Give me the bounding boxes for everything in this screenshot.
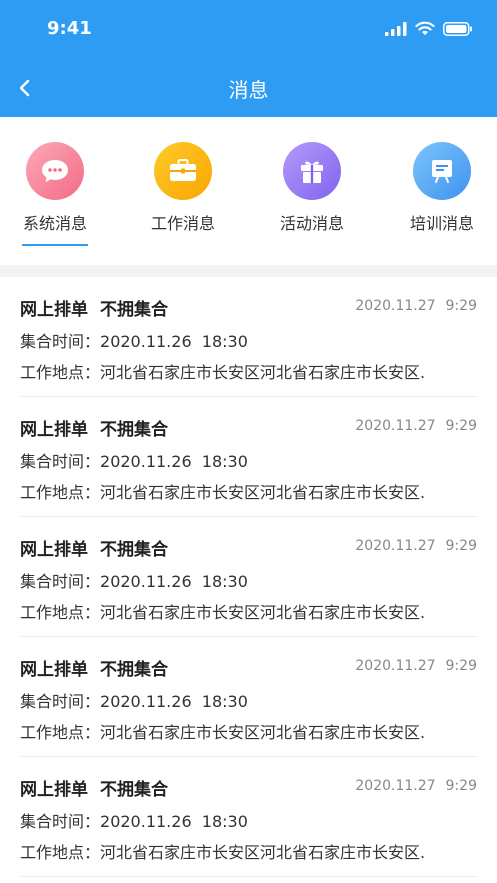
message-item[interactable]: 网上排单 不拥集合 2020.11.27 9:29 集合时间：2020.11.26 … (20, 397, 477, 517)
battery-icon (443, 21, 472, 36)
work-location: 工作地点：河北省石家庄市长安区河北省石家庄市长安区. (20, 363, 426, 382)
message-item[interactable]: 网上排单 不拥集合 2020.11.27 9:29 集合时间：2020.11.26 … (20, 517, 477, 637)
board-icon (413, 142, 471, 200)
message-timestamp: 2020.11.27 9:29 (355, 658, 477, 674)
cellular-signal-icon (385, 21, 407, 36)
chat-bubble-icon (26, 142, 84, 200)
message-timestamp: 2020.11.27 9:29 (355, 778, 477, 794)
tab-label: 系统消息 (22, 214, 87, 233)
status-time: 9:41 (47, 18, 92, 39)
message-item[interactable]: 网上排单 不拥集合 2020.11.27 9:29 集合时间：2020.11.26 … (20, 757, 477, 877)
message-title: 网上排单 不拥集合 (20, 540, 168, 560)
message-timestamp: 2020.11.27 9:29 (355, 538, 477, 554)
work-location: 工作地点：河北省石家庄市长安区河北省石家庄市长安区. (20, 483, 426, 502)
tab-label: 工作消息 (150, 214, 215, 233)
message-title: 网上排单 不拥集合 (20, 780, 168, 800)
message-item[interactable]: 网上排单 不拥集合 2020.11.27 9:29 集合时间：2020.11.26 … (20, 637, 477, 757)
message-timestamp: 2020.11.27 9:29 (355, 298, 477, 314)
wifi-icon (415, 21, 435, 35)
app-header: 9:41 消息 (0, 0, 497, 117)
work-location: 工作地点：河北省石家庄市长安区河北省石家庄市长安区. (20, 603, 426, 622)
tab-label: 活动消息 (279, 214, 344, 233)
status-icons (385, 21, 473, 36)
gather-time: 集合时间：2020.11.26 18:30 (20, 692, 248, 711)
category-tabs: 系统消息 工作消息 活动消息 培训消息 (0, 117, 497, 265)
active-tab-underline (22, 244, 88, 246)
briefcase-icon (154, 142, 212, 200)
tab-activity-messages[interactable]: 活动消息 (262, 142, 362, 234)
work-location: 工作地点：河北省石家庄市长安区河北省石家庄市长安区. (20, 843, 426, 862)
message-list: 网上排单 不拥集合 2020.11.27 9:29 集合时间：2020.11.26 … (0, 277, 497, 877)
message-timestamp: 2020.11.27 9:29 (355, 418, 477, 434)
message-title: 网上排单 不拥集合 (20, 660, 168, 680)
message-title: 网上排单 不拥集合 (20, 420, 168, 440)
message-item[interactable]: 网上排单 不拥集合 2020.11.27 9:29 集合时间：2020.11.26 … (20, 277, 477, 397)
section-divider (0, 265, 497, 277)
work-location: 工作地点：河北省石家庄市长安区河北省石家庄市长安区. (20, 723, 426, 742)
tab-work-messages[interactable]: 工作消息 (133, 142, 233, 234)
gather-time: 集合时间：2020.11.26 18:30 (20, 572, 248, 591)
tab-system-messages[interactable]: 系统消息 (5, 142, 105, 246)
tab-training-messages[interactable]: 培训消息 (392, 142, 492, 234)
page-title: 消息 (228, 78, 269, 102)
tab-label: 培训消息 (409, 214, 474, 233)
gather-time: 集合时间：2020.11.26 18:30 (20, 332, 248, 351)
gather-time: 集合时间：2020.11.26 18:30 (20, 452, 248, 471)
gift-icon (283, 142, 341, 200)
message-title: 网上排单 不拥集合 (20, 300, 168, 320)
gather-time: 集合时间：2020.11.26 18:30 (20, 812, 248, 831)
